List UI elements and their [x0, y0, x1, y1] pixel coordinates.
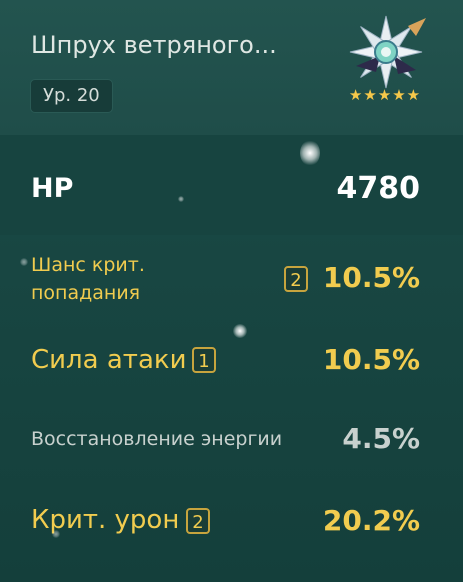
- sparkle-effect: [233, 324, 247, 338]
- substat-label: Сила атаки: [31, 345, 187, 375]
- artifact-level-badge: Ур. 20: [30, 79, 113, 113]
- artifact-name: Шпрух ветряного...: [31, 31, 277, 59]
- substat-value: 4.5%: [342, 422, 420, 455]
- main-stat-value: 4780: [336, 171, 421, 206]
- roll-count-badge: 1: [192, 347, 216, 373]
- substat-value: 20.2%: [322, 504, 420, 537]
- sparkle-effect: [20, 258, 28, 266]
- substat-label: Восстановление энергии: [31, 428, 283, 450]
- main-stat-label: HP: [31, 173, 74, 204]
- substat-label-line2: попадания: [31, 282, 141, 304]
- artifact-header: Шпрух ветряного... Ур. 20 ★★★★★: [0, 0, 463, 135]
- sparkle-effect: [300, 140, 320, 166]
- artifact-flower-icon: [349, 15, 426, 89]
- substat-row-energy-recharge: Восстановление энергии 4.5%: [0, 400, 463, 480]
- substat-value: 10.5%: [322, 343, 420, 376]
- roll-count-badge: 2: [186, 508, 210, 534]
- substat-row-crit-dmg: Крит. урон 2 20.2%: [0, 480, 463, 570]
- substat-row-crit-rate: Шанс крит. попадания 2 10.5%: [0, 235, 463, 325]
- substat-row-atk: Сила атаки 1 10.5%: [0, 325, 463, 400]
- rarity-stars: ★★★★★: [348, 86, 422, 104]
- substat-label: Шанс крит. попадания: [31, 251, 145, 307]
- sparkle-effect: [178, 196, 184, 202]
- substat-value: 10.5%: [322, 261, 420, 294]
- sparkle-effect: [52, 530, 60, 538]
- substat-label-line1: Шанс крит.: [31, 254, 145, 276]
- roll-count-badge: 2: [284, 266, 308, 292]
- main-stat-row: HP 4780: [0, 135, 463, 235]
- artifact-card: Шпрух ветряного... Ур. 20 ★★★★★ HP 4780 …: [0, 0, 463, 582]
